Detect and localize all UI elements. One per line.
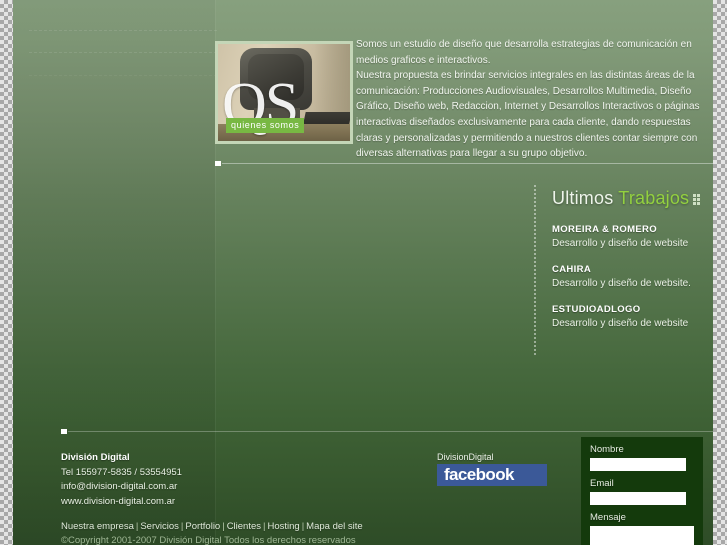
transparency-edge-right — [713, 0, 727, 545]
nav-link-clientes[interactable]: Clientes — [227, 521, 261, 532]
nav-link-mapa-del-site[interactable]: Mapa del site — [306, 521, 363, 532]
latest-works-title: Ultimos Trabajos — [552, 188, 713, 209]
form-label-nombre: Nombre — [590, 444, 624, 455]
work-name: CAHIRA — [552, 264, 592, 275]
decorative-dashed-rule — [29, 30, 217, 32]
page-root: QS quienes somos Somos un estudio de dis… — [0, 0, 727, 545]
hero-image-frame[interactable]: QS quienes somos — [215, 41, 353, 144]
work-list-item[interactable]: MOREIRA & ROMERO Desarrollo y diseño de … — [552, 224, 713, 249]
page-canvas: QS quienes somos Somos un estudio de dis… — [13, 0, 713, 545]
work-description: Desarrollo y diseño de website — [552, 238, 689, 249]
contact-info-block: División Digital Tel 155977-5835 / 53554… — [61, 451, 182, 509]
nav-link-portfolio[interactable]: Portfolio — [185, 521, 220, 532]
hero-tag-label: quienes somos — [226, 118, 305, 133]
intro-text-block: Somos un estudio de diseño que desarroll… — [356, 37, 713, 162]
work-description: Desarrollo y diseño de website — [552, 318, 689, 329]
copyright-text: ©Copyright 2001-2007 División Digital To… — [61, 535, 356, 545]
divider-line — [222, 163, 713, 164]
dotted-vertical-separator — [534, 185, 536, 355]
facebook-badge[interactable]: DivisionDigital facebook — [437, 452, 547, 486]
footer-divider — [61, 429, 713, 434]
company-phone: Tel 155977-5835 / 53554951 — [61, 466, 182, 478]
company-name: División Digital — [61, 452, 130, 463]
facebook-logo[interactable]: facebook — [437, 464, 547, 486]
nav-link-servicios[interactable]: Servicios — [140, 521, 179, 532]
hero-photo: QS quienes somos — [218, 44, 350, 141]
contact-form-panel: Nombre Email Mensaje — [581, 437, 703, 545]
title-word-ultimos: Ultimos — [552, 188, 614, 208]
transparency-edge-left — [0, 0, 13, 545]
title-word-trabajos: Trabajos — [618, 188, 690, 208]
intro-paragraph-2: Nuestra propuesta es brindar servicios i… — [356, 70, 700, 160]
form-label-mensaje: Mensaje — [590, 512, 626, 523]
dot-grid-icon — [693, 194, 704, 205]
work-list-item[interactable]: CAHIRA Desarrollo y diseño de website. — [552, 264, 713, 289]
intro-paragraph-1: Somos un estudio de diseño que desarroll… — [356, 39, 692, 66]
company-website[interactable]: www.division-digital.com.ar — [61, 495, 182, 510]
decorative-dashed-rule — [29, 52, 217, 54]
latest-works-section: Ultimos Trabajos MOREIRA & ROMERO Desarr… — [552, 188, 713, 329]
work-name: MOREIRA & ROMERO — [552, 224, 657, 235]
decorative-dashed-rule — [29, 75, 217, 77]
form-label-email: Email — [590, 478, 614, 489]
work-list-item[interactable]: ESTUDIOADLOGO Desarrollo y diseño de web… — [552, 304, 713, 329]
facebook-account-name: DivisionDigital — [437, 452, 494, 462]
form-textarea-mensaje[interactable] — [590, 526, 694, 545]
footer-nav: Nuestra empresa | Servicios | Portfolio | Clie… — [61, 521, 363, 532]
form-input-nombre[interactable] — [590, 458, 686, 471]
nav-link-nuestra-empresa[interactable]: Nuestra empresa — [61, 521, 134, 532]
divider-square-marker — [61, 429, 67, 434]
form-input-email[interactable] — [590, 492, 686, 505]
section-divider-top — [215, 161, 713, 166]
divider-line — [68, 431, 713, 432]
work-description: Desarrollo y diseño de website. — [552, 278, 691, 289]
company-email[interactable]: info@division-digital.com.ar — [61, 480, 182, 495]
work-name: ESTUDIOADLOGO — [552, 304, 641, 315]
divider-square-marker — [215, 161, 221, 166]
nav-link-hosting[interactable]: Hosting — [267, 521, 299, 532]
